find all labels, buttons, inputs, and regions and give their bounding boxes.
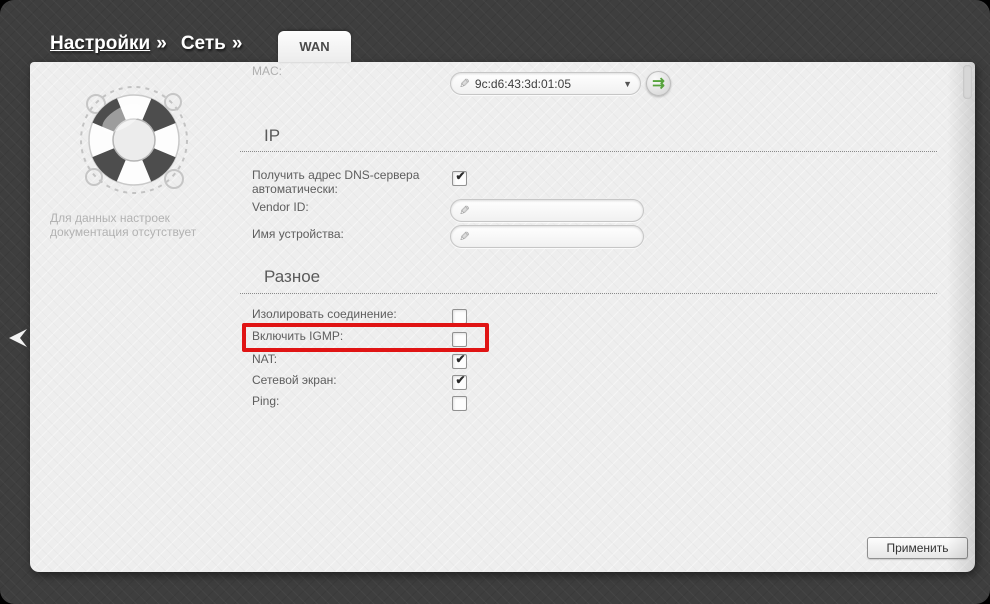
apply-button[interactable]: Применить <box>867 537 968 559</box>
isolate-connection-checkbox[interactable] <box>452 309 467 324</box>
vendor-id-input[interactable] <box>475 201 635 221</box>
firewall-checkbox[interactable]: ✔ <box>452 375 467 390</box>
breadcrumb-network-link[interactable]: Сеть <box>181 33 226 54</box>
mac-select-value: 9c:d6:43:3d:01:05 <box>475 77 619 91</box>
breadcrumb-separator: » <box>156 33 167 54</box>
check-icon: ✔ <box>455 373 465 387</box>
firewall-label: Сетевой экран: <box>252 374 448 388</box>
section-title-ip: IP <box>264 126 280 146</box>
chevron-down-icon: ▼ <box>623 79 632 89</box>
dns-auto-label: Получить адрес DNS-сервера автоматически… <box>252 169 448 196</box>
clone-mac-button[interactable]: ⇉ <box>646 71 671 96</box>
vendor-id-label: Vendor ID: <box>252 201 448 215</box>
ping-label: Ping: <box>252 395 448 409</box>
lifebuoy-icon <box>74 80 194 200</box>
section-divider <box>240 293 937 294</box>
check-icon: ✔ <box>455 169 465 183</box>
tab-wan-label: WAN <box>299 39 329 54</box>
pencil-icon: ✎ <box>459 203 470 219</box>
router-admin-window: Настройки»Сеть» WAN Для данн <box>0 0 990 604</box>
breadcrumb-settings-link[interactable]: Настройки <box>50 33 150 54</box>
scrollbar-thumb[interactable] <box>963 65 972 99</box>
nat-label: NAT: <box>252 353 448 367</box>
collapse-arrow-icon <box>7 327 29 349</box>
mac-label: MAC: <box>252 65 448 79</box>
settings-panel: Для данных настроек документация отсутст… <box>30 62 975 572</box>
dns-auto-checkbox[interactable]: ✔ <box>452 171 467 186</box>
clone-mac-arrows-icon: ⇉ <box>652 76 665 91</box>
collapse-panel-button[interactable] <box>7 327 29 349</box>
mac-select[interactable]: ✎ 9c:d6:43:3d:01:05 ▼ <box>450 72 641 95</box>
pencil-icon: ✎ <box>459 229 470 245</box>
section-divider <box>240 151 937 152</box>
enable-igmp-checkbox[interactable] <box>452 332 467 347</box>
tab-wan[interactable]: WAN <box>278 31 351 62</box>
no-documentation-note: Для данных настроек документация отсутст… <box>50 211 240 239</box>
device-name-input[interactable] <box>475 227 635 247</box>
pencil-icon: ✎ <box>459 76 470 92</box>
check-icon: ✔ <box>455 352 465 366</box>
breadcrumb: Настройки » Сеть » <box>50 33 256 55</box>
nat-checkbox[interactable]: ✔ <box>452 354 467 369</box>
enable-igmp-label: Включить IGMP: <box>252 330 448 344</box>
section-title-misc: Разное <box>264 267 320 287</box>
isolate-connection-label: Изолировать соединение: <box>252 308 448 322</box>
ping-checkbox[interactable] <box>452 396 467 411</box>
device-name-field-wrap: ✎ <box>450 225 644 248</box>
device-name-label: Имя устройства: <box>252 228 448 242</box>
vendor-id-field-wrap: ✎ <box>450 199 644 222</box>
breadcrumb-separator: » <box>232 33 243 54</box>
